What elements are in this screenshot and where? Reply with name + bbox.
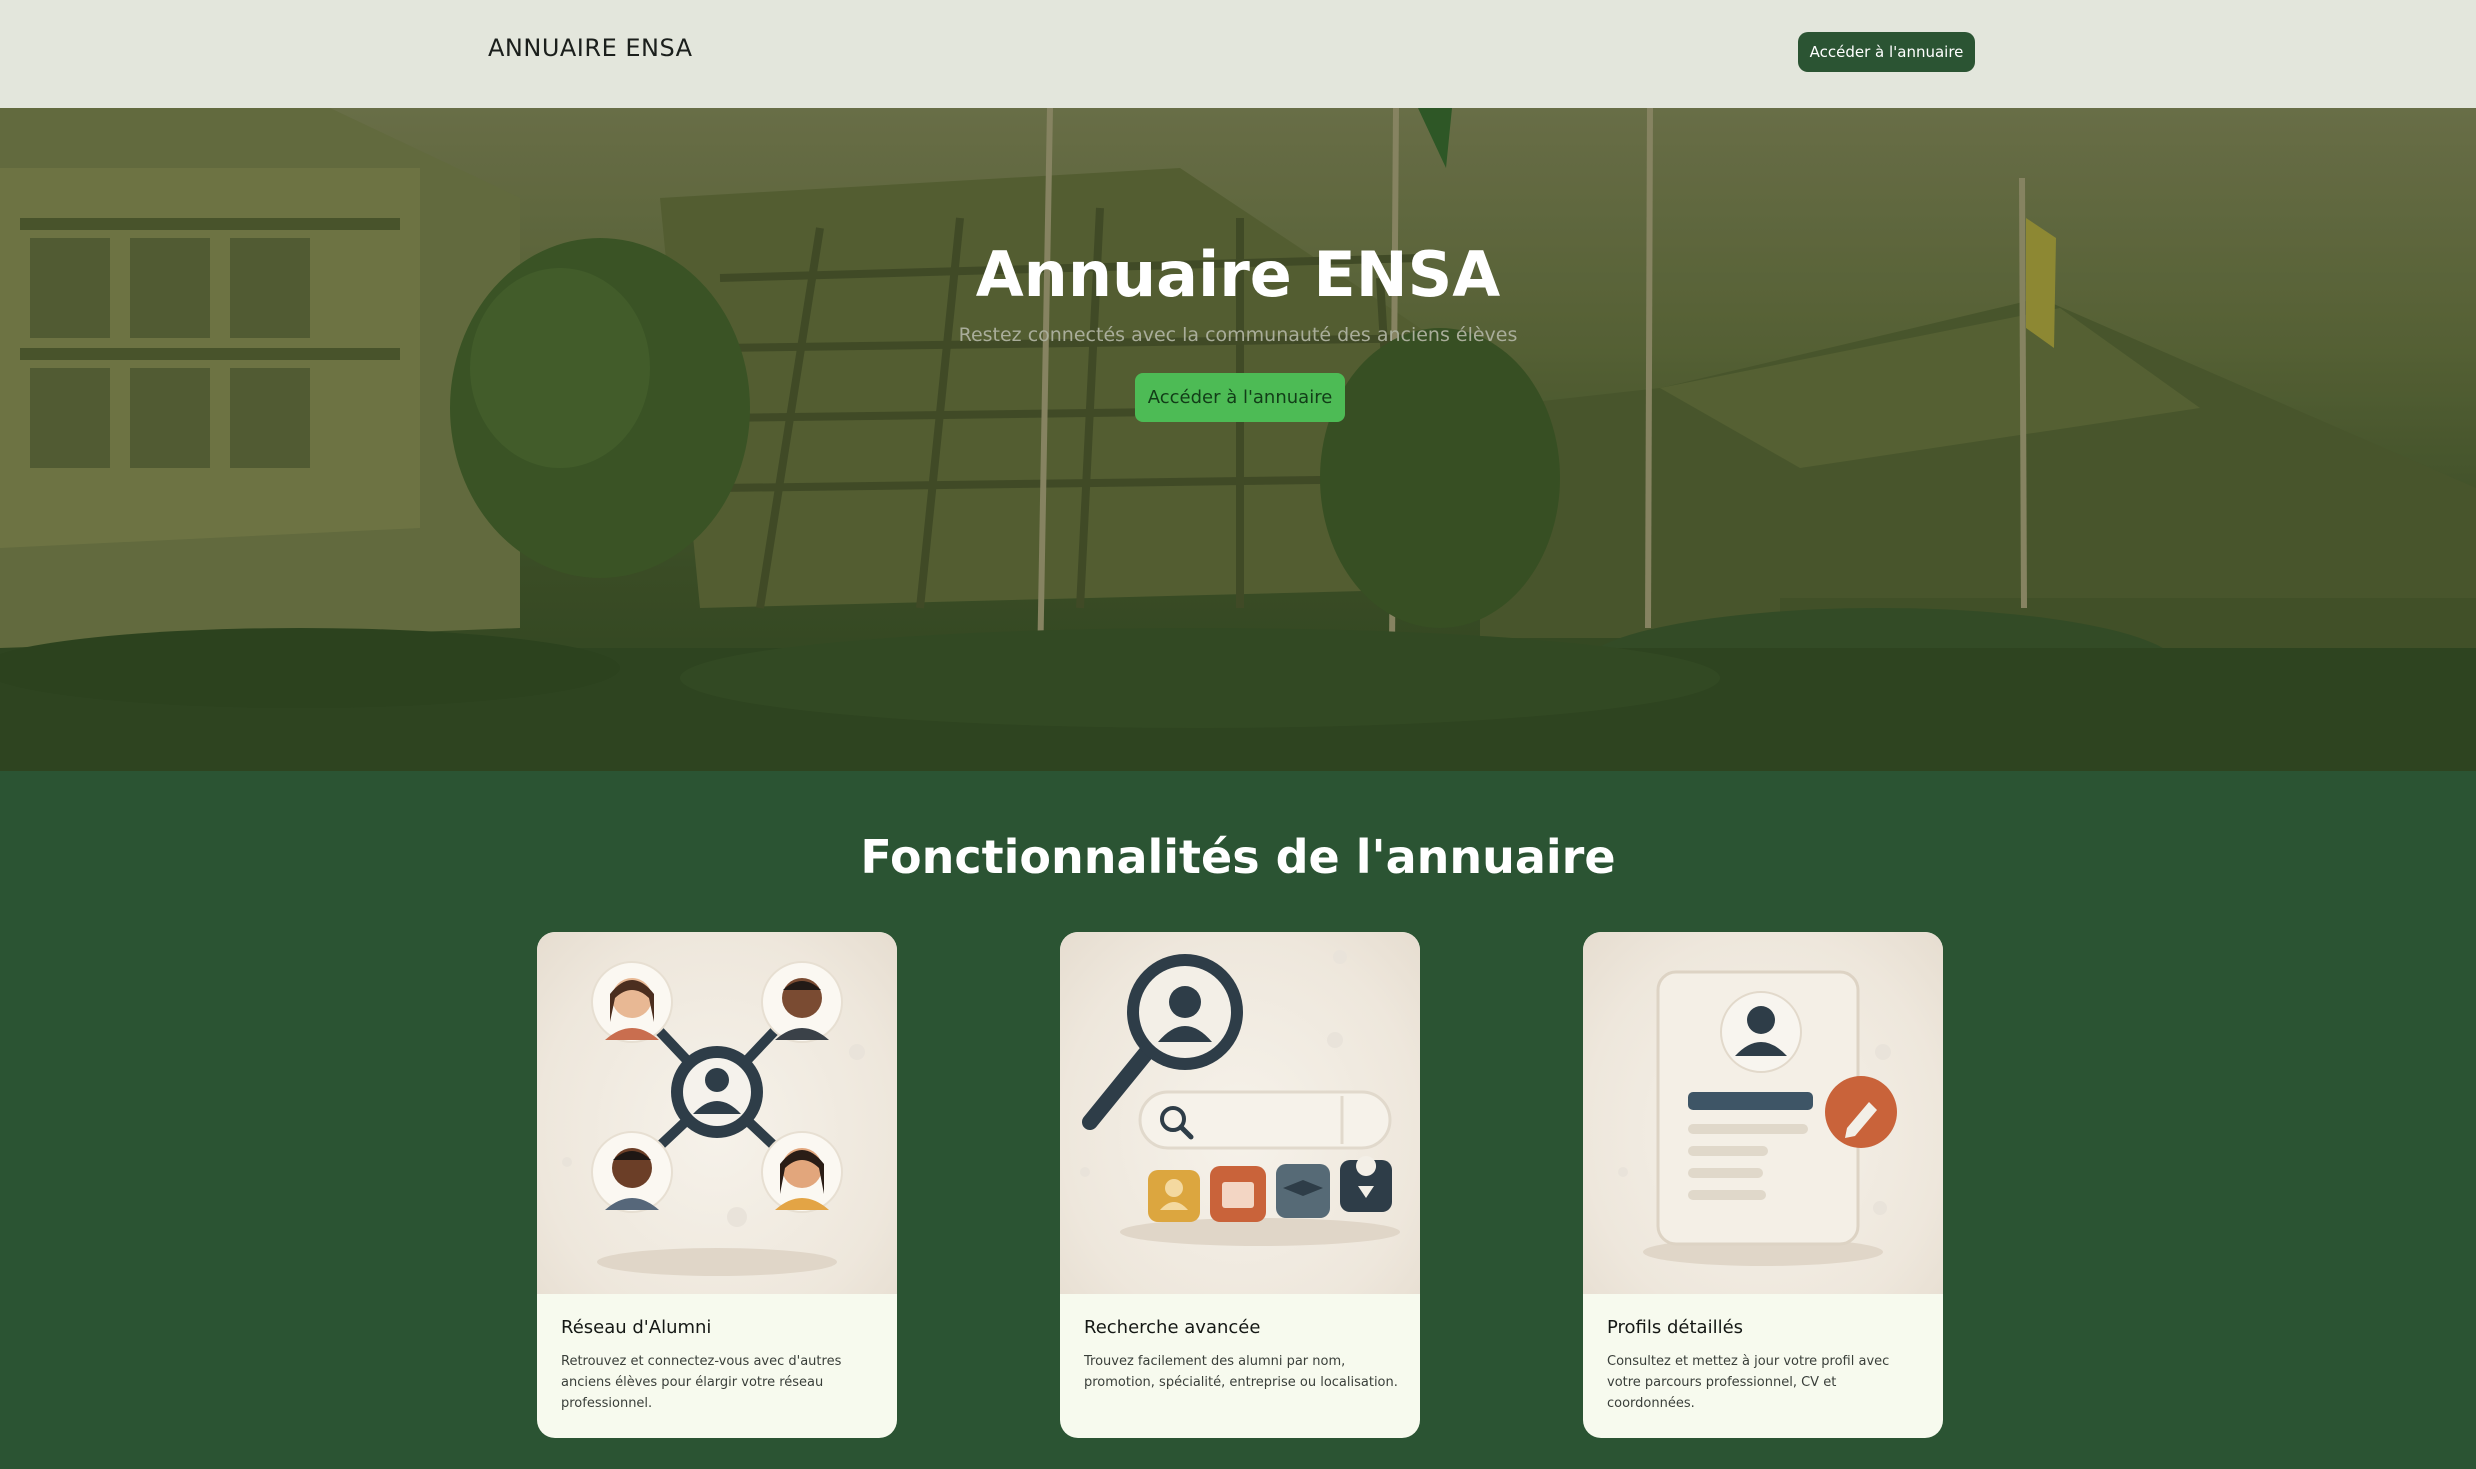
detailed-profile-illustration	[1583, 932, 1943, 1294]
feature-card-advanced-search[interactable]: Recherche avancée Trouvez facilement des…	[1060, 932, 1420, 1438]
card-description: Trouvez facilement des alumni par nom, p…	[1084, 1354, 1398, 1390]
hero-directory-button[interactable]: Accéder à l'annuaire	[1135, 373, 1345, 422]
feature-card-alumni-network[interactable]: Réseau d'Alumni Retrouvez et connectez-v…	[537, 932, 897, 1438]
header-directory-button[interactable]: Accéder à l'annuaire	[1798, 32, 1975, 72]
top-navbar: ANNUAIRE ENSA Accéder à l'annuaire	[0, 0, 2476, 108]
advanced-search-illustration	[1060, 932, 1420, 1294]
hero-subtitle: Restez connectés avec la communauté des …	[958, 324, 1518, 346]
alumni-network-illustration	[537, 932, 897, 1294]
campus-background-image	[0, 108, 2476, 771]
feature-card-detailed-profiles[interactable]: Profils détaillés Consultez et mettez à …	[1583, 932, 1943, 1438]
card-title: Réseau d'Alumni	[561, 1317, 712, 1338]
hero-title: Annuaire ENSA	[975, 238, 1501, 311]
features-section-title: Fonctionnalités de l'annuaire	[860, 830, 1616, 884]
brand-logo-text[interactable]: ANNUAIRE ENSA	[488, 34, 693, 62]
card-title: Profils détaillés	[1607, 1317, 1744, 1338]
card-description: Consultez et mettez à jour votre profil …	[1607, 1354, 1890, 1411]
card-description: Retrouvez et connectez-vous avec d'autre…	[561, 1354, 842, 1411]
hero-banner: Annuaire ENSA Restez connectés avec la c…	[0, 108, 2476, 771]
card-title: Recherche avancée	[1084, 1317, 1261, 1338]
